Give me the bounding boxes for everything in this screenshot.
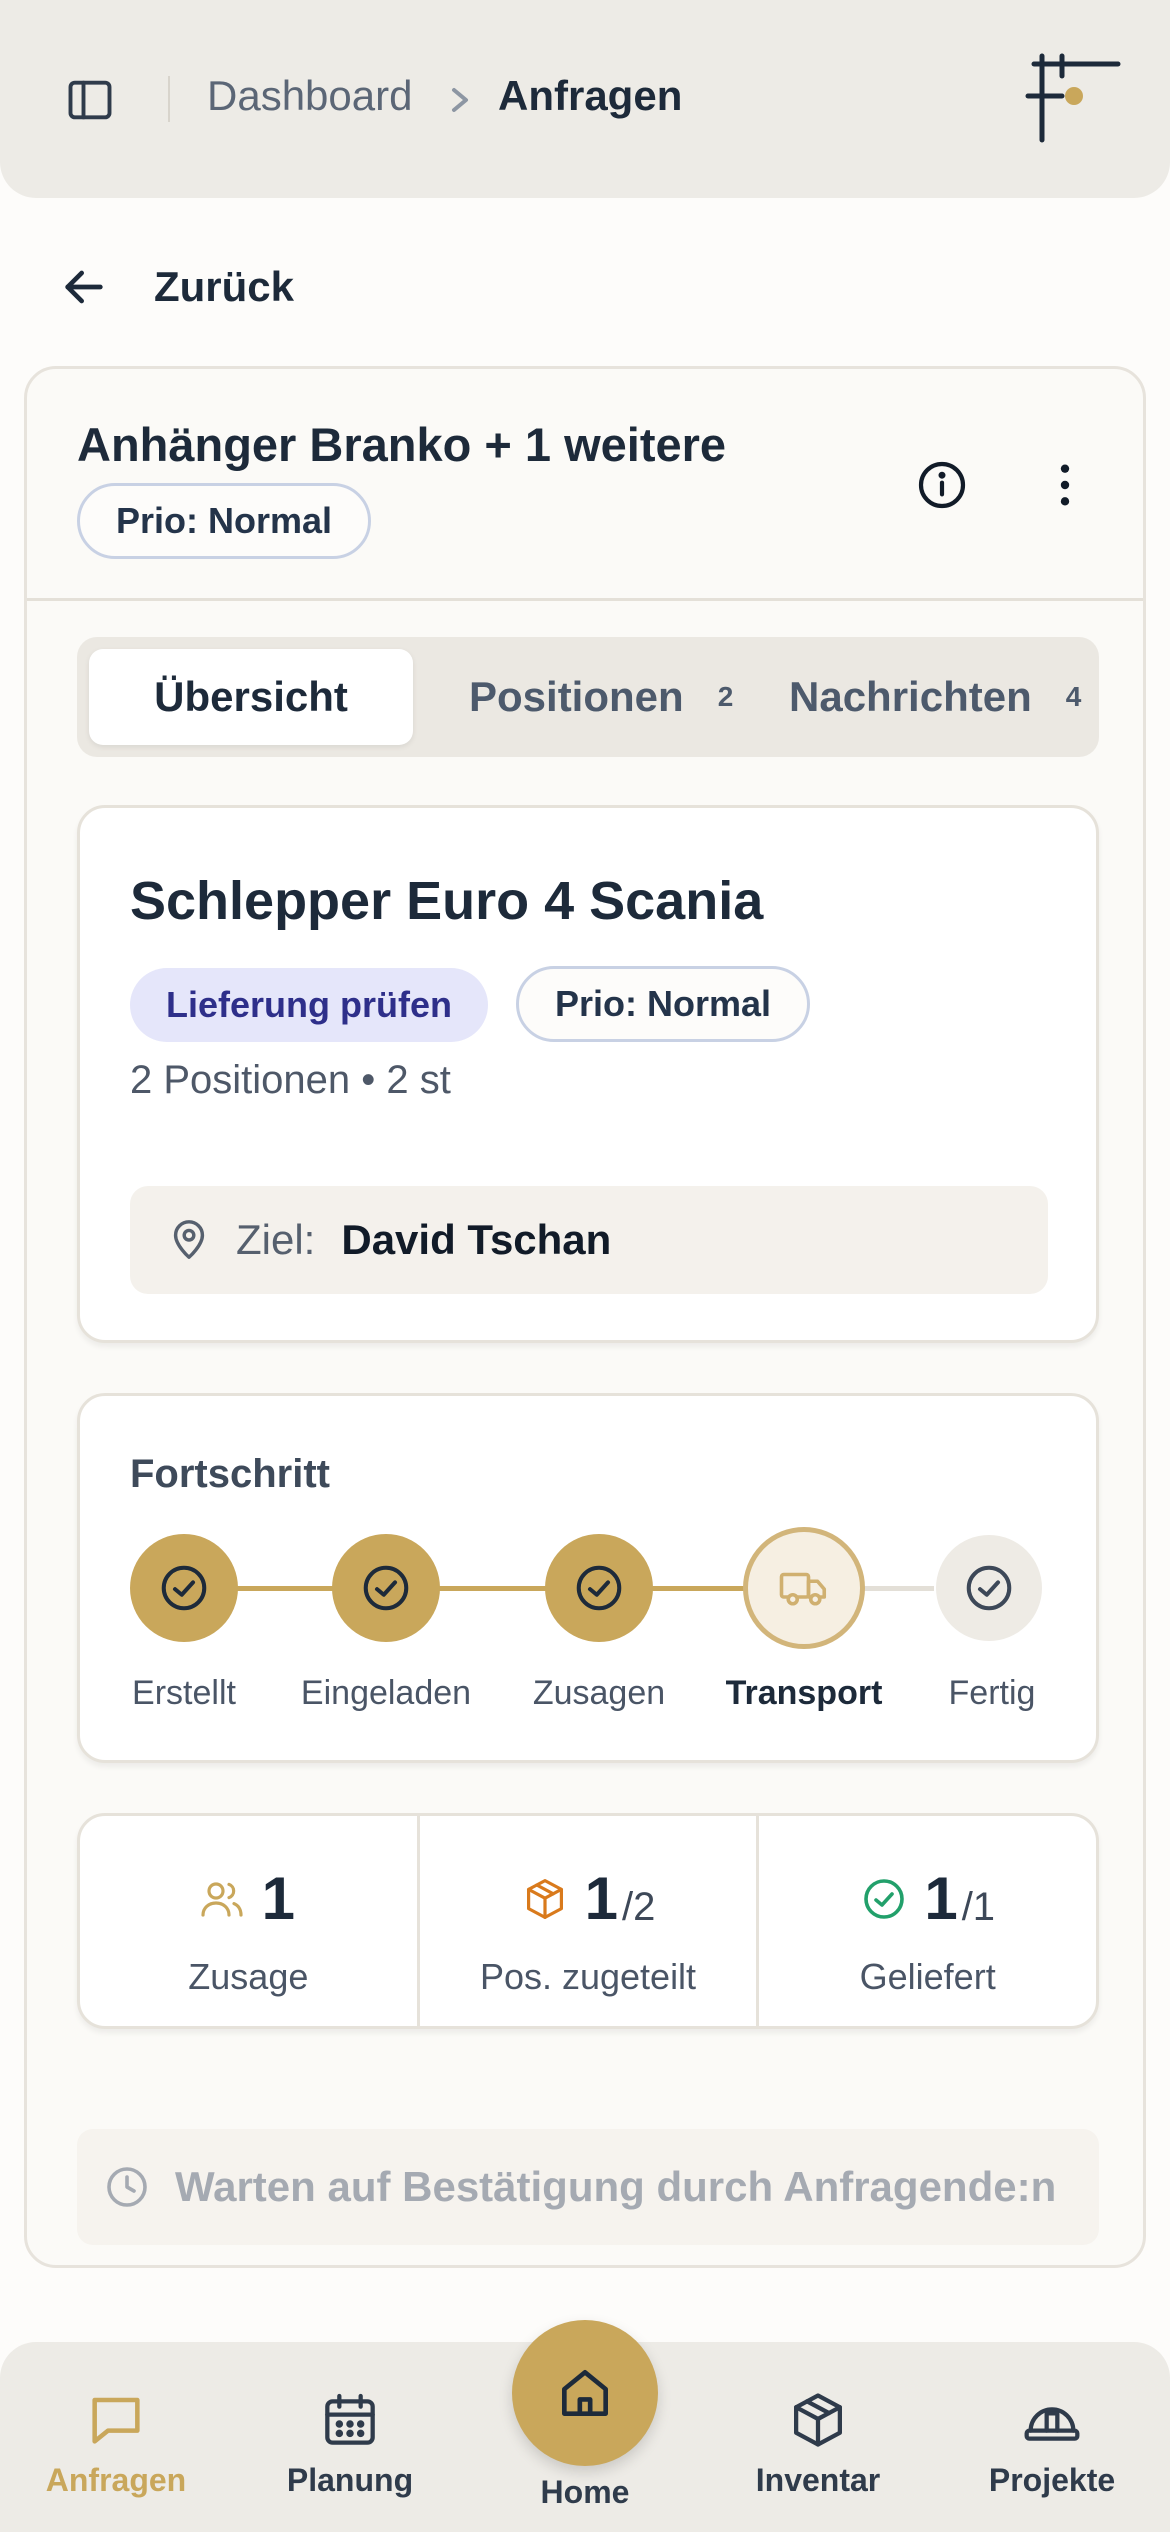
tab-count: 2 — [717, 681, 734, 712]
tab-positions[interactable]: Positionen 2 — [469, 649, 733, 745]
back-label: Zurück — [154, 263, 295, 310]
stat-label: Zusage — [188, 1956, 309, 1997]
step-label: Fertig — [948, 1674, 1036, 1712]
top-header: Dashboard Anfragen — [0, 0, 1170, 198]
stat-total: /1 — [961, 1885, 996, 1929]
target-info: Ziel: David Tschan — [130, 1186, 1048, 1294]
progress-line-done — [184, 1586, 784, 1591]
nav-inventory[interactable]: Inventar — [718, 2388, 918, 2499]
stat-commitments: 1 Zusage — [80, 1816, 420, 2026]
breadcrumb-current: Anfragen — [498, 72, 683, 119]
priority-badge: Prio: Normal — [516, 966, 811, 1042]
item-card[interactable]: Schlepper Euro 4 Scania Lieferung prüfen… — [77, 805, 1099, 1343]
request-header: Anhänger Branko + 1 weitere Prio: Normal — [27, 369, 1143, 601]
step-label: Erstellt — [132, 1674, 236, 1712]
nav-planning[interactable]: Planung — [250, 2388, 450, 2499]
waiting-banner: Warten auf Bestätigung durch Anfragende:… — [77, 2129, 1099, 2245]
check-circle-icon — [576, 1565, 622, 1611]
stats-card: 1 Zusage 1 /2 Pos. zugeteilt 1 /1 Gelief… — [77, 1813, 1099, 2029]
stat-value: 1 — [584, 1865, 619, 1932]
step-label: Zusagen — [532, 1674, 666, 1712]
message-icon — [92, 2397, 140, 2444]
home-icon — [562, 2370, 608, 2416]
check-circle-icon — [864, 1878, 905, 1919]
tab-overview[interactable]: Übersicht — [89, 649, 413, 745]
nav-home-button[interactable] — [512, 2320, 658, 2466]
tab-count: 4 — [1065, 681, 1082, 712]
step-transport — [743, 1527, 865, 1649]
stat-value: 1 — [261, 1865, 296, 1932]
check-circle-icon — [363, 1565, 409, 1611]
nav-home-label: Home — [540, 2474, 630, 2510]
progress-title: Fortschritt — [130, 1452, 330, 1496]
breadcrumb-dashboard[interactable]: Dashboard — [207, 72, 412, 120]
nav-label: Inventar — [755, 2462, 881, 2498]
package-icon — [526, 1878, 563, 1919]
check-circle-icon — [966, 1565, 1012, 1611]
step-created — [130, 1534, 238, 1642]
status-badge: Lieferung prüfen — [130, 968, 488, 1042]
step-done — [936, 1535, 1042, 1641]
tab-label: Positionen — [469, 673, 684, 720]
step-commitments — [545, 1534, 653, 1642]
back-button[interactable]: Zurück — [56, 255, 294, 319]
box-icon — [793, 2393, 843, 2447]
map-pin-icon — [166, 1217, 212, 1263]
tab-messages[interactable]: Nachrichten 4 — [789, 649, 1081, 745]
stat-positions-assigned: 1 /2 Pos. zugeteilt — [420, 1816, 760, 2026]
nav-projects[interactable]: Projekte — [952, 2388, 1152, 2499]
clock-icon — [107, 2167, 147, 2207]
progress-card: Fortschritt Erstellt Eingeladen Zusagen … — [77, 1393, 1099, 1763]
item-meta: 2 Positionen • 2 st — [130, 1058, 451, 1102]
step-label: Transport — [725, 1674, 883, 1712]
waiting-text: Warten auf Bestätigung durch Anfragende:… — [175, 2163, 1057, 2210]
step-invited — [332, 1534, 440, 1642]
nav-requests[interactable]: Anfragen — [16, 2388, 216, 2499]
truck-icon — [779, 1572, 827, 1606]
more-options-icon[interactable] — [1037, 457, 1093, 513]
stat-value: 1 — [924, 1865, 958, 1932]
step-label: Eingeladen — [300, 1674, 472, 1712]
hardhat-icon — [1024, 2407, 1080, 2441]
stat-total: /2 — [622, 1885, 656, 1929]
sidebar-toggle-icon[interactable] — [64, 74, 116, 126]
check-circle-icon — [161, 1565, 207, 1611]
info-icon[interactable] — [914, 457, 970, 513]
arrow-left-icon — [56, 259, 112, 315]
header-divider — [168, 76, 170, 122]
request-title: Anhänger Branko + 1 weitere — [77, 418, 727, 471]
chevron-right-icon — [446, 80, 474, 120]
users-icon — [201, 1881, 243, 1917]
nav-label: Projekte — [988, 2462, 1116, 2498]
brand-logo-icon — [1022, 48, 1124, 148]
calendar-icon — [325, 2393, 375, 2445]
nav-label: Planung — [286, 2462, 414, 2498]
tab-bar: Übersicht Positionen 2 Nachrichten 4 — [77, 637, 1099, 757]
target-value: David Tschan — [341, 1216, 612, 1263]
priority-badge: Prio: Normal — [77, 483, 372, 559]
tab-label: Nachrichten — [789, 673, 1032, 720]
stat-label: Geliefert — [859, 1956, 996, 1997]
tab-label: Übersicht — [154, 673, 348, 720]
target-label: Ziel: — [236, 1216, 316, 1263]
item-title: Schlepper Euro 4 Scania — [130, 871, 764, 931]
request-card: Anhänger Branko + 1 weitere Prio: Normal… — [24, 366, 1146, 2268]
stat-label: Pos. zugeteilt — [479, 1956, 697, 1997]
nav-label: Anfragen — [45, 2462, 187, 2498]
stat-delivered: 1 /1 Geliefert — [759, 1816, 1096, 2026]
